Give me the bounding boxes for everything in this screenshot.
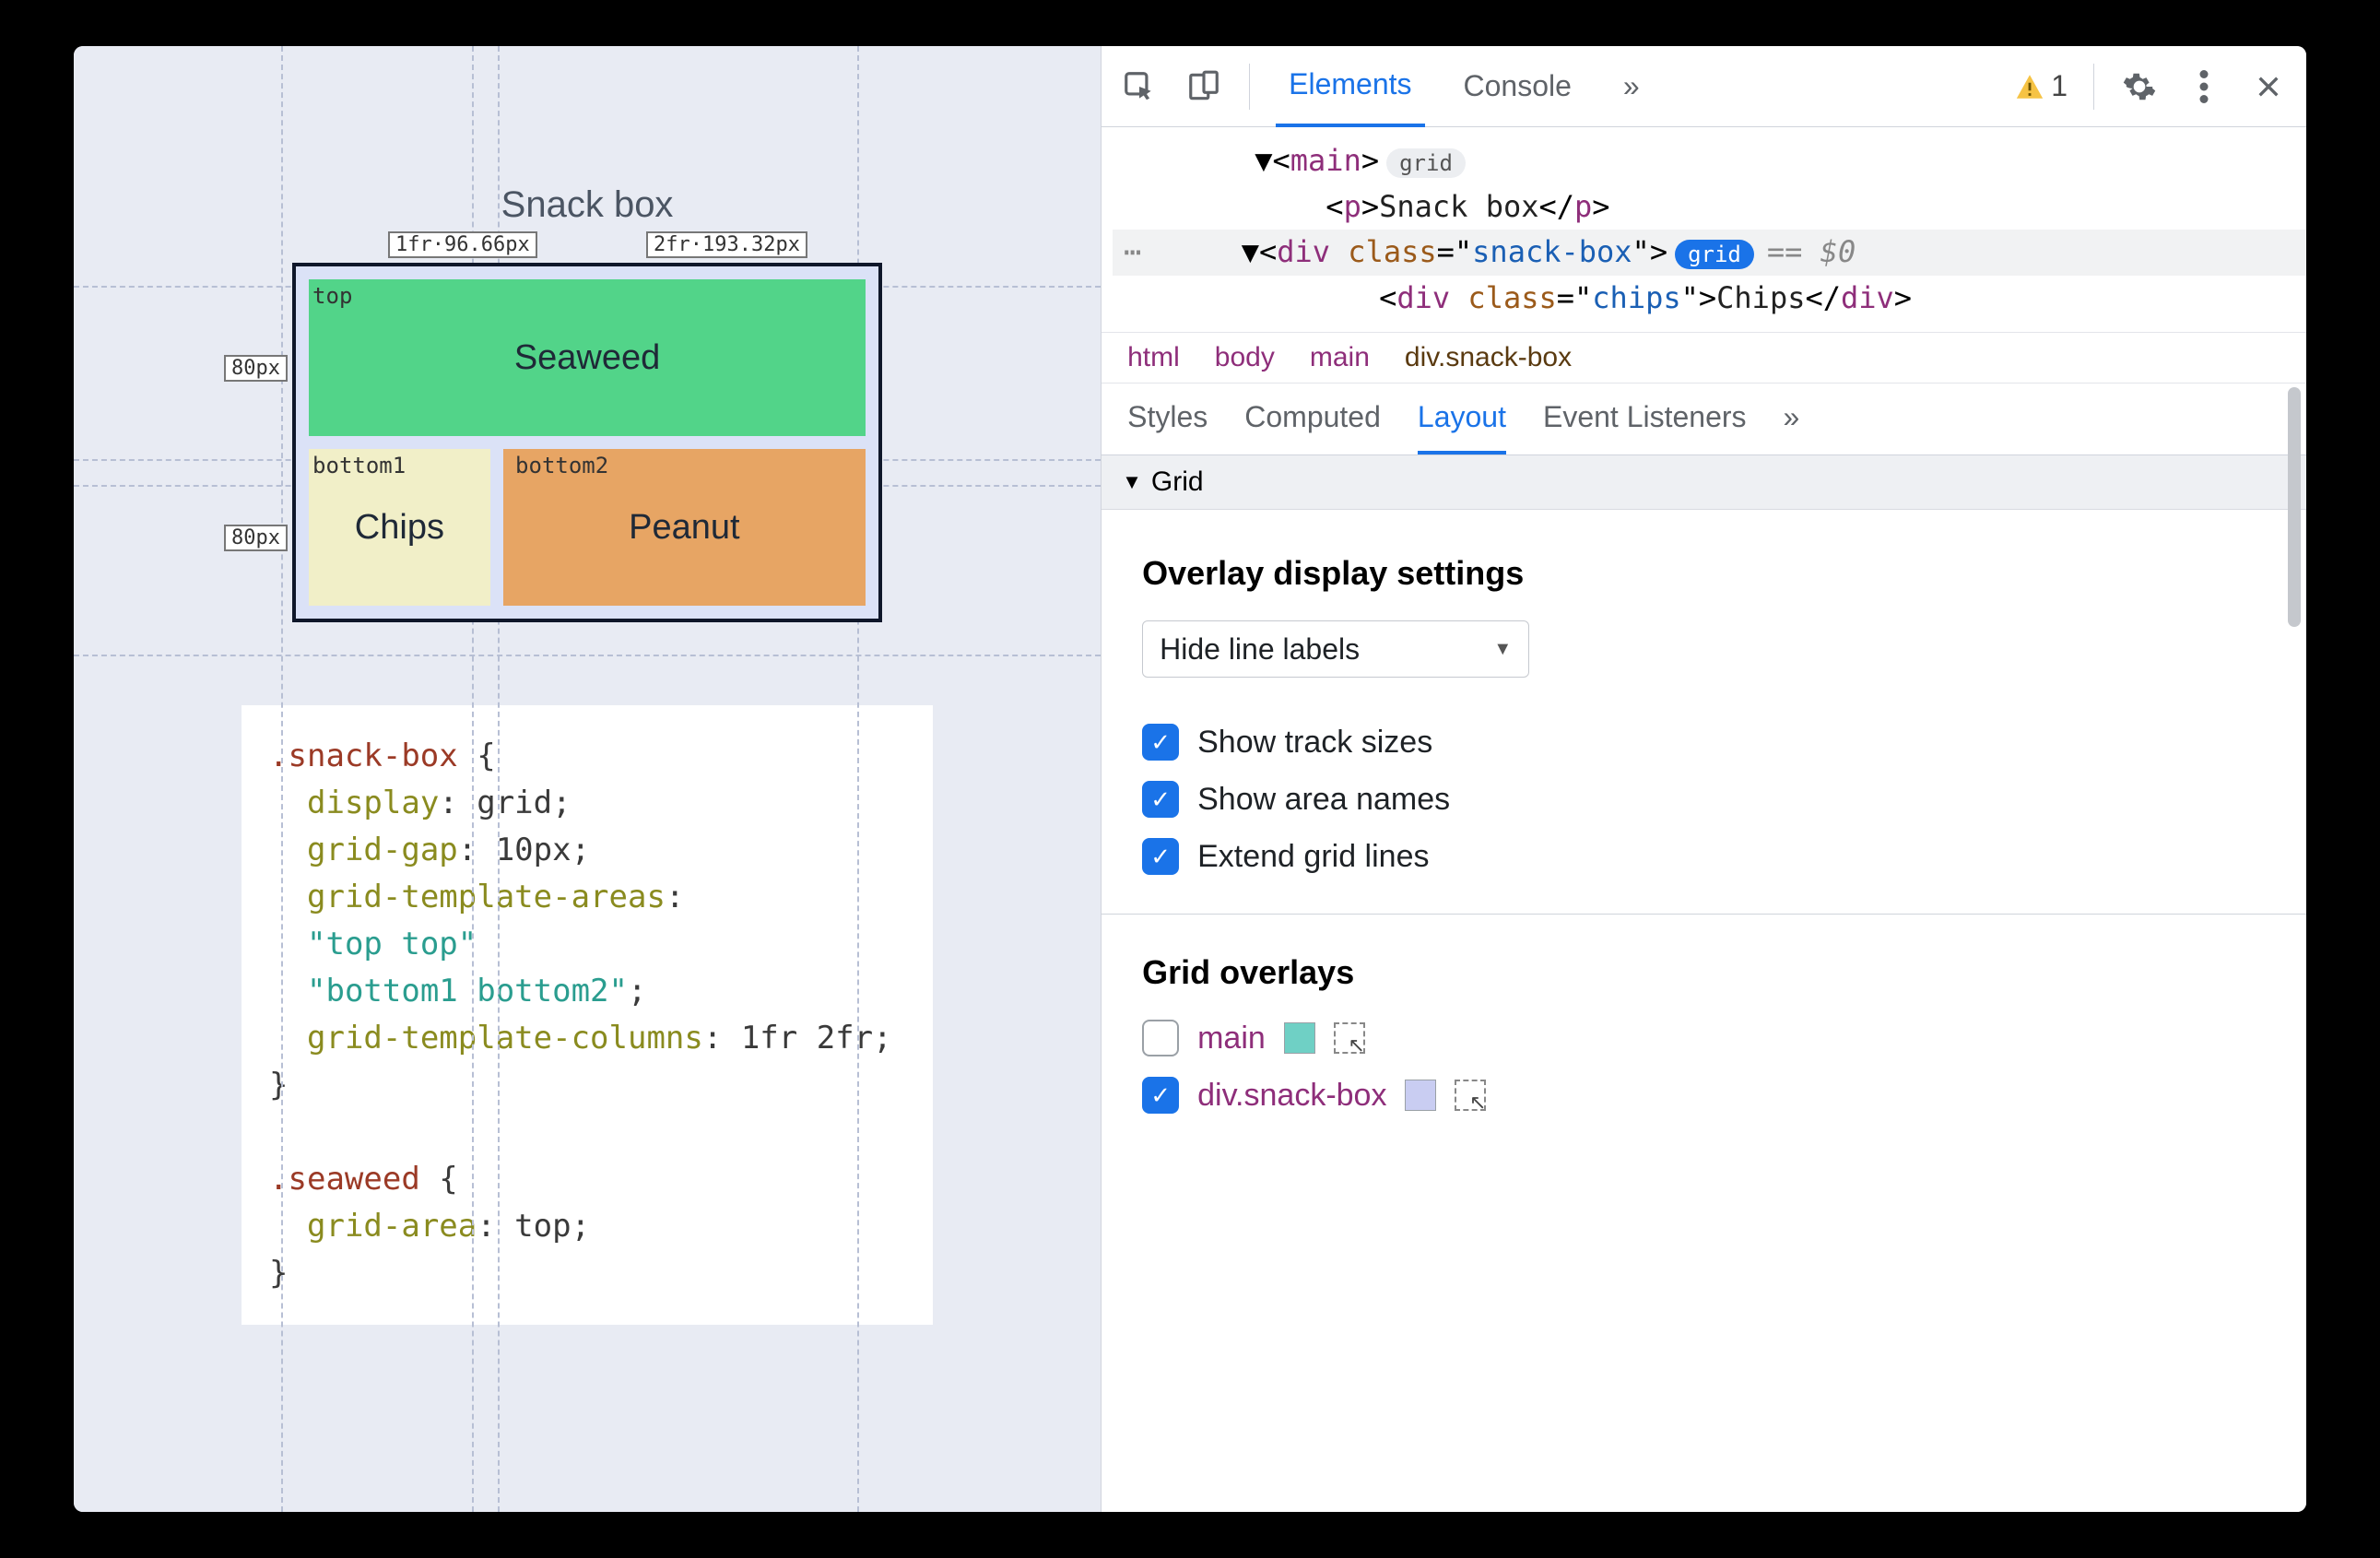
checkbox-overlay-main[interactable]: ✓: [1142, 1020, 1179, 1056]
dom-node-main[interactable]: ▼<main>grid: [1113, 138, 2306, 184]
sub-tabs-overflow[interactable]: »: [1784, 400, 1800, 454]
area-label-top: top: [312, 283, 352, 309]
scrollbar[interactable]: [2288, 148, 2301, 1484]
tabs-overflow[interactable]: »: [1610, 47, 1653, 125]
line-labels-select[interactable]: Hide line labels ▼: [1142, 620, 1529, 678]
color-swatch[interactable]: [1405, 1080, 1436, 1111]
dom-tree[interactable]: ▼<main>grid <p>Snack box</p> ⋯ ▼<div cla…: [1102, 127, 2306, 332]
warning-icon: [2014, 71, 2045, 102]
track-label-row1: 80px: [224, 355, 288, 382]
overlay-item-snack-box[interactable]: div.snack-box: [1197, 1078, 1386, 1114]
area-label-bottom2: bottom2: [515, 453, 608, 478]
grid-overlays-heading: Grid overlays: [1142, 953, 2266, 992]
dom-node-p[interactable]: <p>Snack box</p>: [1113, 184, 2306, 230]
crumb-main[interactable]: main: [1310, 342, 1370, 373]
devtools-toolbar: Elements Console » 1: [1102, 46, 2306, 127]
checkbox-area-names[interactable]: ✓: [1142, 781, 1179, 818]
crumb-snack-box[interactable]: div.snack-box: [1405, 342, 1572, 373]
sub-tab-listeners[interactable]: Event Listeners: [1543, 400, 1747, 454]
device-toggle-icon[interactable]: [1184, 67, 1223, 106]
snack-box-grid[interactable]: 1fr·96.66px 2fr·193.32px 80px 80px top b…: [292, 263, 882, 622]
sub-tab-layout[interactable]: Layout: [1418, 400, 1506, 454]
tab-elements[interactable]: Elements: [1276, 46, 1424, 127]
section-grid[interactable]: ▼ Grid: [1102, 455, 2306, 510]
warning-count: 1: [2051, 69, 2068, 103]
devtools-panel: Elements Console » 1 ▼<main>grid <p>Snac…: [1101, 46, 2306, 1512]
caret-down-icon: ▼: [1493, 639, 1512, 660]
highlight-icon[interactable]: [1455, 1080, 1486, 1111]
track-label-col2: 2fr·193.32px: [646, 231, 807, 258]
track-label-col1: 1fr·96.66px: [388, 231, 537, 258]
sub-tab-computed[interactable]: Computed: [1244, 400, 1381, 454]
area-label-bottom1: bottom1: [312, 453, 406, 478]
dom-node-chips[interactable]: <div class="chips">Chips</div>: [1113, 276, 2306, 322]
separator: [2093, 64, 2094, 110]
dom-node-snack-box[interactable]: ⋯ ▼<div class="snack-box">grid== $0: [1113, 230, 2306, 276]
cell-seaweed[interactable]: Seaweed: [309, 279, 866, 436]
tab-console[interactable]: Console: [1451, 47, 1585, 125]
highlight-icon[interactable]: [1334, 1022, 1365, 1054]
checkbox-overlay-snack-box[interactable]: ✓: [1142, 1077, 1179, 1114]
app-window: Snack box 1fr·96.66px 2fr·193.32px 80px …: [74, 46, 2306, 1512]
panel-tabs: Styles Computed Layout Event Listeners »: [1102, 384, 2306, 455]
crumb-body[interactable]: body: [1215, 342, 1275, 373]
checkbox-track-sizes[interactable]: ✓: [1142, 724, 1179, 761]
label-track-sizes: Show track sizes: [1197, 725, 1432, 761]
checkbox-extend-lines[interactable]: ✓: [1142, 838, 1179, 875]
select-value: Hide line labels: [1160, 632, 1360, 667]
inspect-icon[interactable]: [1120, 67, 1159, 106]
grid-line: [281, 46, 283, 1512]
label-area-names: Show area names: [1197, 782, 1450, 818]
page-viewport: Snack box 1fr·96.66px 2fr·193.32px 80px …: [74, 46, 1101, 1512]
overlay-settings-heading: Overlay display settings: [1142, 554, 2266, 593]
section-label: Grid: [1151, 466, 1204, 498]
scrollbar-thumb[interactable]: [2288, 387, 2301, 627]
separator: [1249, 64, 1250, 110]
crumb-html[interactable]: html: [1127, 342, 1180, 373]
css-code-block: .snack-box { display: grid; grid-gap: 10…: [242, 705, 933, 1325]
close-icon[interactable]: [2249, 67, 2288, 106]
divider: [1102, 914, 2306, 915]
page-title: Snack box: [111, 184, 1064, 226]
grid-line: [74, 655, 1101, 656]
sub-tab-styles[interactable]: Styles: [1127, 400, 1208, 454]
label-extend-lines: Extend grid lines: [1197, 839, 1429, 875]
warning-badge[interactable]: 1: [2014, 69, 2068, 103]
breadcrumb: html body main div.snack-box: [1102, 332, 2306, 384]
track-label-row2: 80px: [224, 525, 288, 551]
color-swatch[interactable]: [1284, 1022, 1315, 1054]
kebab-icon[interactable]: [2185, 67, 2223, 106]
overlay-item-main[interactable]: main: [1197, 1021, 1266, 1056]
gear-icon[interactable]: [2120, 67, 2159, 106]
layout-panel: Overlay display settings Hide line label…: [1102, 510, 2306, 1160]
triangle-down-icon: ▼: [1122, 470, 1142, 494]
